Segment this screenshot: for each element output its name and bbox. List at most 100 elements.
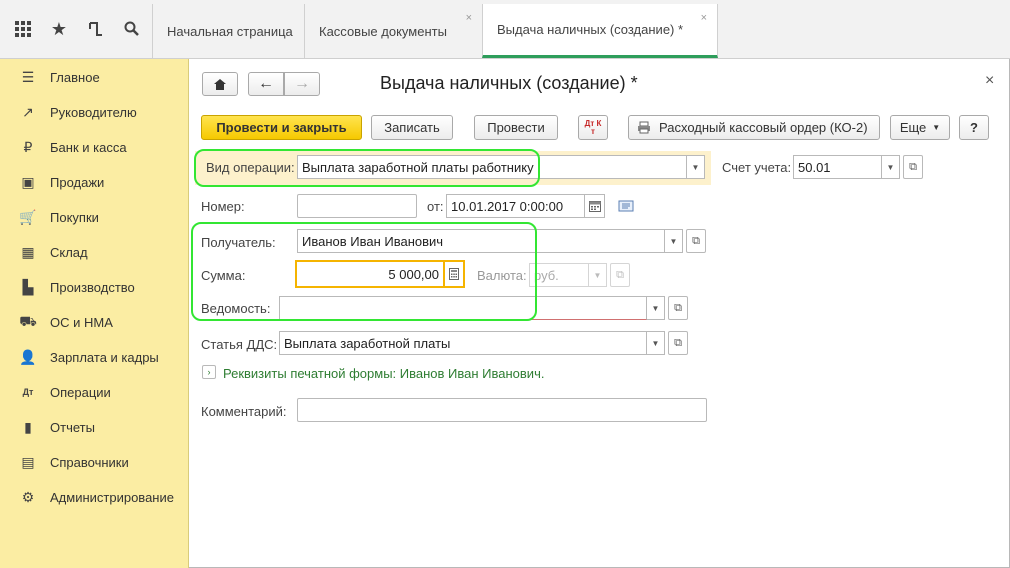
sidebar-item-label: Зарплата и кадры [50, 349, 159, 365]
print-details-link[interactable]: Реквизиты печатной формы: Иванов Иван Ив… [223, 366, 544, 381]
forward-button[interactable]: → [284, 72, 320, 96]
chevron-down-icon: ▼ [651, 338, 660, 348]
ruble-icon: ₽ [23, 138, 33, 155]
print-cash-order-button[interactable]: Расходный кассовый ордер (КО-2) [628, 115, 880, 140]
sidebar-item-label: Банк и касса [50, 139, 127, 155]
recipient-open-button[interactable]: ⧉ [686, 229, 706, 253]
chevron-down-icon: ▼ [593, 270, 602, 280]
sidebar-item-label: Справочники [50, 454, 129, 470]
debit-credit-icon: Дт Кт [584, 118, 602, 136]
sidebar-item-sales[interactable]: ▣ Продажи [0, 170, 188, 194]
comment-field[interactable] [297, 398, 707, 422]
bar-chart-icon: ▮ [24, 418, 32, 435]
more-label: Еще [899, 120, 927, 135]
comment-label: Комментарий: [201, 404, 287, 419]
expand-chevron-icon[interactable]: › [202, 365, 216, 379]
sidebar-item-label: ОС и НМА [50, 314, 113, 330]
dds-open-button[interactable]: ⧉ [668, 331, 688, 355]
dds-label: Статья ДДС: [201, 337, 278, 352]
tab-close-icon[interactable]: × [701, 12, 707, 24]
help-button[interactable]: ? [959, 115, 989, 140]
open-icon: ⧉ [616, 268, 624, 281]
top-bar: ★ Начальная страница Кассовые документы … [0, 0, 1010, 59]
tab-close-icon[interactable]: × [466, 12, 472, 24]
gear-icon: ⚙ [21, 488, 35, 505]
number-field[interactable] [297, 194, 417, 218]
currency-dropdown-button: ▼ [589, 263, 607, 287]
open-icon: ⧉ [692, 234, 700, 247]
highlight-frame-operation [194, 149, 540, 187]
highlight-frame-recipient [191, 222, 537, 321]
apps-grid-icon[interactable] [12, 18, 34, 40]
statement-open-button[interactable]: ⧉ [668, 296, 688, 320]
post-button[interactable]: Провести [474, 115, 558, 140]
tab-label: Начальная страница [167, 23, 293, 39]
tab-cash-documents[interactable]: Кассовые документы × [304, 4, 482, 58]
open-icon: ⧉ [674, 301, 682, 314]
account-field[interactable]: 50.01 [793, 155, 882, 179]
sidebar-item-directories[interactable]: ▤ Справочники [0, 450, 188, 474]
sidebar-item-label: Главное [50, 69, 100, 85]
operation-dropdown-button[interactable]: ▼ [687, 155, 705, 179]
sidebar-item-salary[interactable]: 👤 Зарплата и кадры [0, 345, 188, 369]
statement-dropdown-button[interactable]: ▼ [647, 296, 665, 320]
tab-home[interactable]: Начальная страница [152, 4, 304, 58]
tab-label: Выдача наличных (создание) * [497, 22, 684, 37]
currency-field: руб. [529, 263, 589, 287]
sidebar-item-label: Покупки [50, 209, 99, 225]
sidebar-item-reports[interactable]: ▮ Отчеты [0, 415, 188, 439]
chevron-down-icon: ▼ [886, 162, 895, 172]
debit-credit-button[interactable]: Дт Кт [578, 115, 608, 140]
sidebar-item-label: Администрирование [50, 489, 174, 505]
factory-icon: ▙ [22, 278, 34, 295]
document-history-icon[interactable] [618, 200, 634, 215]
post-and-close-button[interactable]: Провести и закрыть [201, 115, 362, 140]
sidebar-item-administration[interactable]: ⚙ Администрирование [0, 485, 188, 509]
open-icon: ⧉ [909, 160, 917, 173]
tab-label: Кассовые документы [319, 23, 447, 39]
arrow-right-icon: → [294, 75, 310, 92]
books-icon: ▤ [21, 453, 35, 470]
date-field[interactable]: 10.01.2017 0:00:00 [446, 194, 585, 218]
search-icon[interactable] [121, 18, 143, 40]
more-button[interactable]: Еще ▼ [890, 115, 950, 140]
debit-credit-icon: Дт [22, 387, 34, 397]
back-button[interactable]: ← [248, 72, 284, 96]
sidebar-item-assets[interactable]: ⛟ ОС и НМА [0, 310, 188, 334]
sidebar-item-label: Отчеты [50, 419, 95, 435]
recipient-dropdown-button[interactable]: ▼ [665, 229, 683, 253]
chevron-down-icon: ▼ [669, 236, 678, 246]
dds-dropdown-button[interactable]: ▼ [647, 331, 665, 355]
star-icon[interactable]: ★ [48, 18, 70, 40]
bag-icon: ▣ [21, 173, 35, 190]
account-dropdown-button[interactable]: ▼ [882, 155, 900, 179]
chevron-down-icon: ▼ [651, 303, 660, 313]
close-icon[interactable]: × [985, 72, 994, 90]
sidebar-item-operations[interactable]: Дт Операции [0, 380, 188, 404]
currency-open-button: ⧉ [610, 263, 630, 287]
chevron-down-icon: ▼ [932, 123, 941, 132]
sidebar-item-warehouse[interactable]: ▦ Склад [0, 240, 188, 264]
sidebar-item-manager[interactable]: ↗ Руководителю [0, 100, 188, 124]
sidebar-item-main[interactable]: ☰ Главное [0, 65, 188, 89]
arrow-left-icon: ← [258, 75, 274, 92]
history-icon[interactable] [85, 18, 107, 40]
account-open-button[interactable]: ⧉ [903, 155, 923, 179]
truck-icon: ⛟ [19, 312, 37, 329]
sidebar-item-production[interactable]: ▙ Производство [0, 275, 188, 299]
dds-field[interactable]: Выплата заработной платы [279, 331, 647, 355]
menu-icon: ☰ [21, 68, 35, 85]
warehouse-icon: ▦ [21, 243, 35, 260]
sidebar: ☰ Главное ↗ Руководителю ₽ Банк и касса … [0, 59, 189, 568]
date-label: от: [427, 199, 444, 214]
sidebar-item-label: Продажи [50, 174, 105, 190]
sidebar-item-bank[interactable]: ₽ Банк и касса [0, 135, 188, 159]
page-title: Выдача наличных (создание) * [380, 73, 638, 93]
number-label: Номер: [201, 199, 245, 214]
home-button[interactable] [202, 72, 238, 96]
sidebar-item-purchases[interactable]: 🛒 Покупки [0, 205, 188, 229]
write-button[interactable]: Записать [371, 115, 453, 140]
sidebar-item-label: Склад [50, 244, 88, 260]
tab-cash-issue[interactable]: Выдача наличных (создание) * × [482, 4, 718, 58]
calendar-button[interactable] [585, 194, 605, 218]
